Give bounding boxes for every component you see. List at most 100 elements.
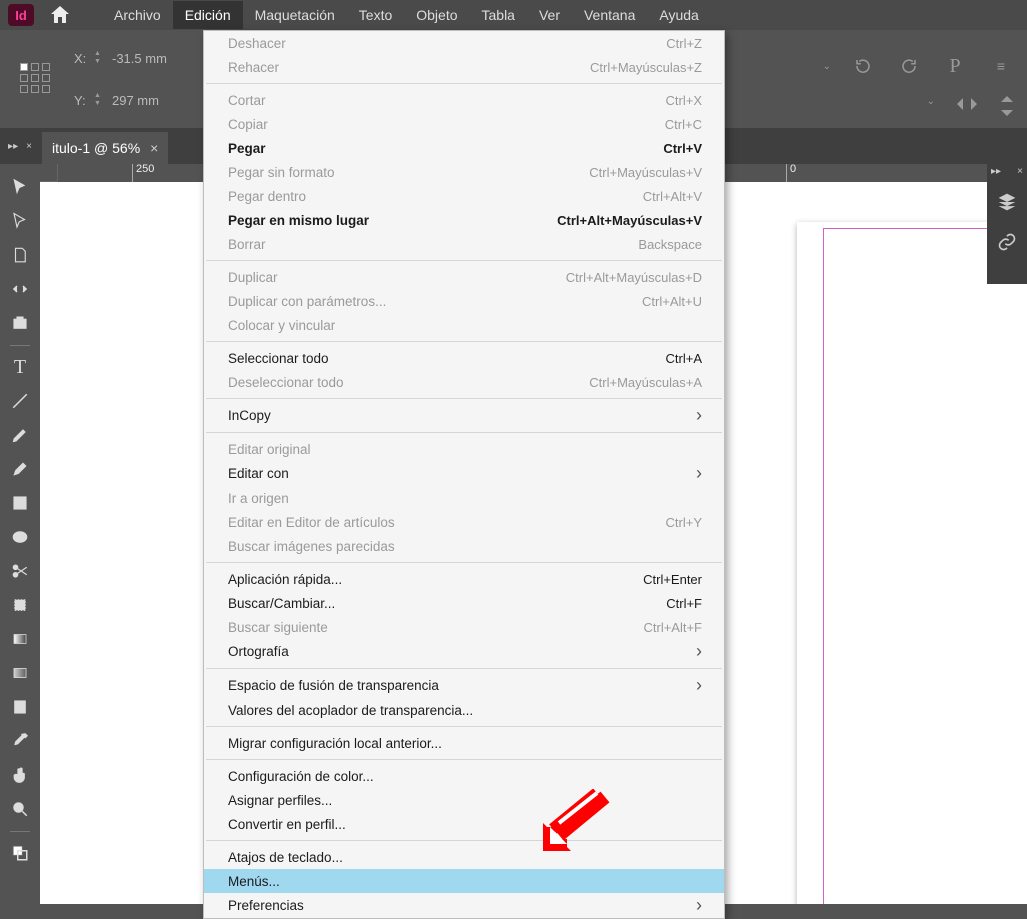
zoom-tool-icon[interactable] bbox=[0, 792, 40, 826]
ellipse-tool-icon[interactable] bbox=[0, 520, 40, 554]
menu-item: Buscar imágenes parecidas bbox=[204, 534, 724, 558]
menu-item-shortcut: Ctrl+V bbox=[663, 140, 702, 157]
menu-item-label: Convertir en perfil... bbox=[228, 816, 702, 833]
submenu-arrow-icon bbox=[696, 677, 702, 695]
eyedropper-tool-icon[interactable] bbox=[0, 724, 40, 758]
menu-item-shortcut: Ctrl+Alt+Mayúsculas+V bbox=[557, 212, 702, 229]
fill-stroke-icon[interactable] bbox=[0, 836, 40, 870]
gradient-swatch-tool-icon[interactable] bbox=[0, 622, 40, 656]
menu-item-label: Espacio de fusión de transparencia bbox=[228, 677, 696, 694]
menu-item[interactable]: Aplicación rápida...Ctrl+Enter bbox=[204, 567, 724, 591]
app-icon: Id bbox=[8, 4, 34, 26]
submenu-arrow-icon bbox=[696, 643, 702, 661]
menu-separator bbox=[206, 759, 722, 760]
home-icon[interactable] bbox=[48, 3, 72, 27]
submenu-arrow-icon bbox=[696, 407, 702, 425]
menu-item[interactable]: Menús... bbox=[204, 869, 724, 893]
menu-item[interactable]: Atajos de teclado... bbox=[204, 845, 724, 869]
expand-panels-icon[interactable]: ▸▸ bbox=[991, 166, 1001, 180]
free-transform-tool-icon[interactable] bbox=[0, 588, 40, 622]
pencil-tool-icon[interactable] bbox=[0, 452, 40, 486]
page[interactable] bbox=[797, 222, 1027, 904]
line-tool-icon[interactable] bbox=[0, 384, 40, 418]
menu-ventana[interactable]: Ventana bbox=[572, 1, 647, 29]
ruler-corner[interactable] bbox=[40, 164, 58, 182]
edicion-dropdown-menu: DeshacerCtrl+ZRehacerCtrl+Mayúsculas+ZCo… bbox=[203, 30, 725, 919]
menu-item-shortcut: Ctrl+Mayúsculas+Z bbox=[590, 59, 702, 76]
note-tool-icon[interactable] bbox=[0, 690, 40, 724]
panel-menu-icon[interactable]: ≡ bbox=[987, 52, 1015, 80]
menu-item[interactable]: PegarCtrl+V bbox=[204, 136, 724, 160]
tab-collapse-icon[interactable]: ▸▸× bbox=[0, 128, 40, 164]
x-value[interactable]: -31.5 mm bbox=[112, 51, 170, 66]
menu-edicion[interactable]: Edición bbox=[173, 1, 243, 29]
type-tool-icon[interactable]: T bbox=[0, 350, 40, 384]
flip-horizontal-icon[interactable] bbox=[957, 96, 977, 119]
menu-item-shortcut: Ctrl+Y bbox=[666, 514, 702, 531]
menu-separator bbox=[206, 341, 722, 342]
reference-point-grid[interactable] bbox=[20, 63, 52, 95]
menu-item[interactable]: Valores del acoplador de transparencia..… bbox=[204, 698, 724, 722]
selection-tool-icon[interactable] bbox=[0, 170, 40, 204]
direct-selection-tool-icon[interactable] bbox=[0, 204, 40, 238]
ruler-tick: 0 bbox=[786, 164, 796, 182]
submenu-arrow-icon bbox=[696, 465, 702, 483]
menu-item[interactable]: Pegar en mismo lugarCtrl+Alt+Mayúsculas+… bbox=[204, 208, 724, 232]
menu-item-shortcut: Ctrl+F bbox=[666, 595, 702, 612]
menu-item: Deseleccionar todoCtrl+Mayúsculas+A bbox=[204, 370, 724, 394]
content-collector-tool-icon[interactable] bbox=[0, 306, 40, 340]
scissors-tool-icon[interactable] bbox=[0, 554, 40, 588]
y-stepper[interactable] bbox=[94, 88, 108, 112]
menu-separator bbox=[206, 562, 722, 563]
layers-panel-icon[interactable] bbox=[987, 182, 1027, 222]
y-value[interactable]: 297 mm bbox=[112, 93, 170, 108]
close-icon[interactable]: × bbox=[150, 140, 158, 156]
close-dock-icon[interactable]: × bbox=[1017, 166, 1023, 180]
gradient-feather-tool-icon[interactable] bbox=[0, 656, 40, 690]
menu-archivo[interactable]: Archivo bbox=[102, 1, 173, 29]
menu-item[interactable]: InCopy bbox=[204, 403, 724, 428]
menu-item[interactable]: Espacio de fusión de transparencia bbox=[204, 673, 724, 698]
menu-item-label: Migrar configuración local anterior... bbox=[228, 735, 702, 752]
rect-frame-tool-icon[interactable] bbox=[0, 486, 40, 520]
rotate-ccw-icon[interactable] bbox=[849, 52, 877, 80]
menu-item: Pegar sin formatoCtrl+Mayúsculas+V bbox=[204, 160, 724, 184]
dropdown-2[interactable]: ⌄ bbox=[927, 96, 935, 119]
menu-maquetacion[interactable]: Maquetación bbox=[243, 1, 347, 29]
menu-item[interactable]: Asignar perfiles... bbox=[204, 788, 724, 812]
menu-item-label: Cortar bbox=[228, 92, 666, 109]
menu-item[interactable]: Preferencias bbox=[204, 893, 724, 918]
menu-item[interactable]: Ortografía bbox=[204, 639, 724, 664]
hand-tool-icon[interactable] bbox=[0, 758, 40, 792]
menu-item-label: Pegar bbox=[228, 140, 663, 157]
menu-tabla[interactable]: Tabla bbox=[470, 1, 527, 29]
menu-ayuda[interactable]: Ayuda bbox=[647, 1, 710, 29]
menu-separator bbox=[206, 726, 722, 727]
menu-item[interactable]: Editar con bbox=[204, 461, 724, 486]
character-panel-icon[interactable]: P bbox=[941, 52, 969, 80]
links-panel-icon[interactable] bbox=[987, 222, 1027, 262]
menu-item[interactable]: Buscar/Cambiar...Ctrl+F bbox=[204, 591, 724, 615]
x-stepper[interactable] bbox=[94, 46, 108, 70]
menu-item[interactable]: Convertir en perfil... bbox=[204, 812, 724, 836]
page-tool-icon[interactable] bbox=[0, 238, 40, 272]
flip-vertical-icon[interactable] bbox=[999, 96, 1015, 119]
rotate-cw-icon[interactable] bbox=[895, 52, 923, 80]
menu-texto[interactable]: Texto bbox=[347, 1, 404, 29]
pen-tool-icon[interactable] bbox=[0, 418, 40, 452]
menu-item-label: Ortografía bbox=[228, 643, 696, 660]
document-tab[interactable]: itulo-1 @ 56% × bbox=[42, 132, 168, 164]
menu-item-shortcut: Ctrl+Alt+U bbox=[642, 293, 702, 310]
menu-item-label: Preferencias bbox=[228, 897, 696, 914]
menu-item[interactable]: Seleccionar todoCtrl+A bbox=[204, 346, 724, 370]
menu-objeto[interactable]: Objeto bbox=[404, 1, 469, 29]
document-tab-title: itulo-1 @ 56% bbox=[52, 140, 140, 156]
menu-item[interactable]: Migrar configuración local anterior... bbox=[204, 731, 724, 755]
menu-ver[interactable]: Ver bbox=[527, 1, 572, 29]
dropdown-1[interactable]: ⌄ bbox=[823, 61, 831, 72]
menu-item-label: Menús... bbox=[228, 873, 702, 890]
menu-separator bbox=[206, 840, 722, 841]
gap-tool-icon[interactable] bbox=[0, 272, 40, 306]
menu-item[interactable]: Configuración de color... bbox=[204, 764, 724, 788]
toolbox: T bbox=[0, 164, 40, 904]
